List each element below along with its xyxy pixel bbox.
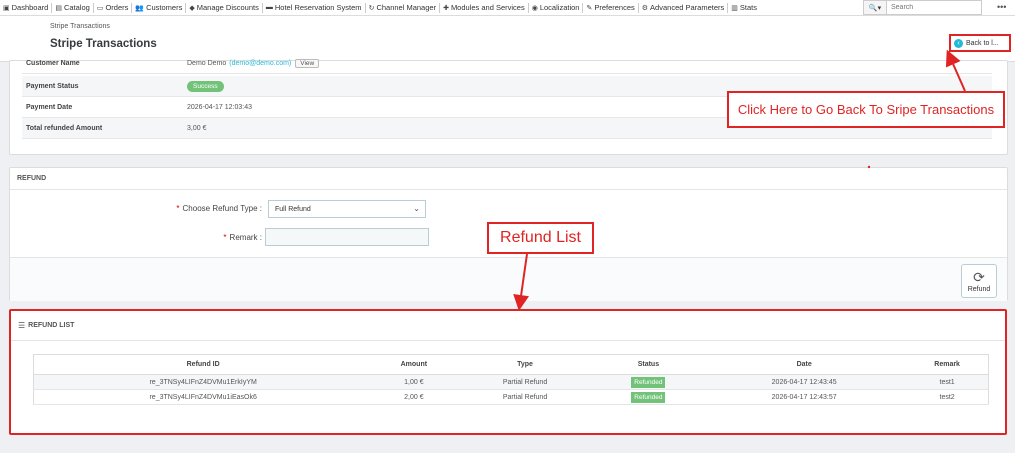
nav-item-label: Stats — [739, 3, 757, 12]
bed-icon: ▬ — [265, 4, 273, 11]
nav-item-stats[interactable]: ▥ Stats — [728, 3, 760, 12]
nav-item-label: Hotel Reservation System — [274, 3, 362, 12]
nav-item-catalog[interactable]: ▤ Catalog — [52, 3, 92, 12]
column-header: Status — [594, 354, 703, 375]
table-cell: Partial Refund — [455, 374, 595, 390]
nav-item-label: Dashboard — [11, 3, 49, 12]
customers-icon: 👥 — [135, 4, 145, 12]
refund-panel-footer: ⟳ Refund — [10, 257, 1007, 301]
orders-icon: ▭ — [96, 4, 104, 12]
customer-name: Demo Demo — [187, 59, 227, 67]
refunded-status-badge: Refunded — [631, 391, 666, 403]
table-row: re_3TNSy4LIFnZ4DVMu1ErkIyYM 1,00 € Partial… — [33, 374, 989, 390]
puzzle-icon: ✚ — [443, 4, 449, 12]
column-header: Amount — [372, 354, 456, 375]
more-menu-icon[interactable]: ••• — [997, 2, 1006, 12]
nav-item-hotel-reservation-system[interactable]: ▬ Hotel Reservation System — [263, 3, 365, 12]
nav-item-label: Customers — [146, 3, 183, 12]
nav-item-modules-and-services[interactable]: ✚ Modules and Services — [440, 3, 528, 12]
payment-date-label: Payment Date — [26, 103, 73, 111]
search-icon[interactable]: 🔍▾ — [863, 0, 887, 15]
column-header: Date — [702, 354, 907, 375]
status-badge: Success — [187, 80, 224, 92]
customer-label: Customer Name — [26, 59, 80, 67]
customer-value: Demo Demo (demo@demo.com) View — [187, 58, 320, 68]
back-to-list-button[interactable]: ‹ Back to l... — [949, 34, 1011, 52]
table-cell: Partial Refund — [455, 389, 595, 405]
table-cell: re_3TNSy4LIFnZ4DVMu1iEasOk6 — [33, 389, 373, 405]
refund-list-annotation: Refund List — [487, 222, 594, 254]
dashboard-icon: ▣ — [3, 4, 10, 12]
page-title: Stripe Transactions — [50, 38, 157, 50]
remark-input[interactable] — [265, 228, 429, 246]
refunded-amount-value: 3,00 € — [187, 124, 207, 132]
chevron-down-icon: ⌄ — [413, 204, 420, 213]
nav-item-manage-discounts[interactable]: ◆ Manage Discounts — [186, 3, 262, 12]
back-annotation: Click Here to Go Back To Sripe Transacti… — [727, 91, 1005, 128]
nav-item-label: Orders — [105, 3, 129, 12]
cogs-icon: ⚙ — [641, 4, 649, 12]
nav-item-advanced-parameters[interactable]: ⚙ Advanced Parameters — [639, 3, 728, 12]
nav-item-label: Modules and Services — [450, 3, 525, 12]
nav-item-customers[interactable]: 👥 Customers — [132, 3, 185, 12]
table-cell: Refunded — [594, 374, 703, 390]
refund-type-value: Full Refund — [275, 205, 311, 213]
search-input[interactable] — [887, 0, 982, 15]
back-button-label: Back to l... — [966, 39, 999, 47]
wrench-icon: ✎ — [586, 4, 593, 12]
refund-panel-heading: REFUND — [10, 168, 1007, 190]
refund-list-panel: ☰ REFUND LIST Refund ID Amount Type Status D… — [9, 309, 1007, 435]
table-cell: 2,00 € — [372, 389, 456, 405]
nav-item-label: Manage Discounts — [196, 3, 259, 12]
breadcrumb[interactable]: Stripe Transactions — [50, 23, 110, 30]
nav-item-channel-manager[interactable]: ↻ Channel Manager — [366, 3, 440, 12]
nav-item-orders[interactable]: ▭ Orders — [94, 3, 132, 12]
nav-item-label: Channel Manager — [376, 3, 437, 12]
arrow-left-circle-icon: ‹ — [954, 38, 963, 48]
refresh-icon: ↻ — [368, 4, 375, 12]
catalog-icon: ▤ — [55, 4, 62, 12]
remark-label: * Remark : — [223, 233, 262, 242]
table-cell: 2026-04-17 12:43:57 — [702, 389, 907, 405]
refunded-status-badge: Refunded — [631, 376, 666, 388]
payment-date-value: 2026-04-17 12:03:43 — [187, 103, 252, 111]
nav-item-preferences[interactable]: ✎ Preferences — [583, 3, 637, 12]
table-cell: test2 — [906, 389, 989, 405]
table-header-row: Refund ID Amount Type Status Date Remark — [33, 354, 989, 375]
view-customer-button[interactable]: View — [295, 58, 320, 68]
bar-chart-icon: ▥ — [731, 4, 738, 12]
nav-item-label: Preferences — [594, 3, 635, 12]
table-cell: 2026-04-17 12:43:45 — [702, 374, 907, 390]
nav-item-label: Catalog — [63, 3, 90, 12]
nav-item-localization[interactable]: ◉ Localization — [529, 3, 583, 12]
table-cell: re_3TNSy4LIFnZ4DVMu1ErkIyYM — [33, 374, 373, 390]
list-icon: ☰ — [18, 321, 26, 330]
refund-list-heading: ☰ REFUND LIST — [11, 311, 1005, 341]
nav-item-label: Localization — [539, 3, 580, 12]
refund-button-label: Refund — [967, 285, 991, 293]
globe-icon: ◉ — [531, 4, 538, 12]
column-header: Remark — [906, 354, 989, 375]
customer-row: Customer Name Demo Demo (demo@demo.com) … — [22, 53, 992, 74]
refund-type-select[interactable]: Full Refund ⌄ — [268, 200, 426, 218]
refresh-icon: ⟳ — [973, 268, 985, 285]
table-cell: 1,00 € — [372, 374, 456, 390]
tag-icon: ◆ — [189, 4, 195, 12]
payment-status-label: Payment Status — [26, 82, 79, 90]
column-header: Refund ID — [33, 354, 373, 375]
search-box: 🔍▾ — [863, 0, 982, 15]
table-cell: test1 — [906, 374, 989, 390]
refund-button[interactable]: ⟳ Refund — [961, 264, 997, 298]
nav-item-label: Advanced Parameters — [650, 3, 725, 12]
customer-email-link[interactable]: (demo@demo.com) — [229, 60, 291, 67]
table-cell: Refunded — [594, 389, 703, 405]
refunded-amount-label: Total refunded Amount — [26, 124, 103, 132]
refund-list-table: Refund ID Amount Type Status Date Remark re_3… — [33, 354, 989, 405]
table-row: re_3TNSy4LIFnZ4DVMu1iEasOk6 2,00 € Partial… — [33, 389, 989, 405]
refund-type-label: * Choose Refund Type : — [176, 204, 262, 213]
column-header: Type — [455, 354, 595, 375]
nav-item-dashboard[interactable]: ▣ Dashboard — [0, 3, 51, 12]
